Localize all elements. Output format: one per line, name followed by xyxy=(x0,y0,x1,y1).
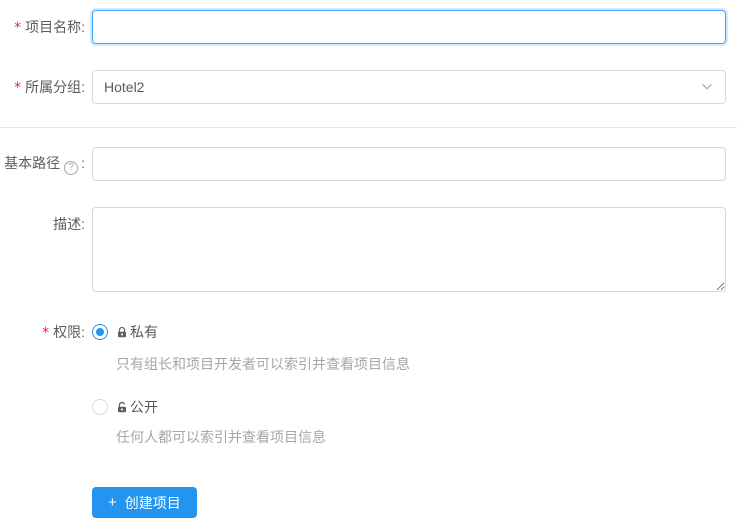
create-project-button-label: 创建项目 xyxy=(124,494,181,511)
radio-public[interactable] xyxy=(92,399,108,415)
radio-private-label: 私有 xyxy=(116,322,158,342)
create-project-button[interactable]: + 创建项目 xyxy=(92,487,197,518)
required-mark: * xyxy=(14,19,22,36)
project-name-row: * 项目名称: xyxy=(0,10,737,44)
radio-private[interactable] xyxy=(92,324,108,340)
create-project-form: * 项目名称: * 所属分组: Hotel2 基本路径?: 描述: * 权限: … xyxy=(0,0,737,518)
section-divider xyxy=(0,127,737,128)
description-row: 描述: xyxy=(0,207,737,292)
unlock-icon xyxy=(116,401,128,414)
group-select[interactable]: Hotel2 xyxy=(92,70,726,104)
private-hint: 只有组长和项目开发者可以索引并查看项目信息 xyxy=(116,356,410,372)
chevron-down-icon xyxy=(702,84,712,90)
project-name-label: * 项目名称: xyxy=(14,18,85,36)
permission-row: * 权限: 私有 只有组长和项目开发者可以索引并查看项目信息 公开 任何人都可以… xyxy=(0,322,737,446)
description-textarea[interactable] xyxy=(92,207,726,292)
base-path-row: 基本路径?: xyxy=(0,147,737,181)
radio-option-private[interactable]: 私有 xyxy=(92,322,726,342)
required-mark: * xyxy=(42,325,50,341)
lock-icon xyxy=(116,326,128,339)
question-circle-icon[interactable]: ? xyxy=(64,161,79,175)
plus-icon: + xyxy=(108,494,117,511)
permission-label: * 权限: xyxy=(42,324,85,341)
base-path-label: 基本路径?: xyxy=(4,155,85,175)
radio-public-label: 公开 xyxy=(116,397,158,417)
project-name-input[interactable] xyxy=(92,10,726,44)
radio-option-public[interactable]: 公开 xyxy=(92,397,726,417)
group-row: * 所属分组: Hotel2 xyxy=(0,70,737,104)
group-select-value: Hotel2 xyxy=(104,79,145,95)
public-hint: 任何人都可以索引并查看项目信息 xyxy=(116,429,326,445)
description-label: 描述: xyxy=(53,216,85,232)
base-path-input[interactable] xyxy=(92,147,726,181)
required-mark: * xyxy=(14,79,22,96)
group-label: * 所属分组: xyxy=(14,78,85,96)
